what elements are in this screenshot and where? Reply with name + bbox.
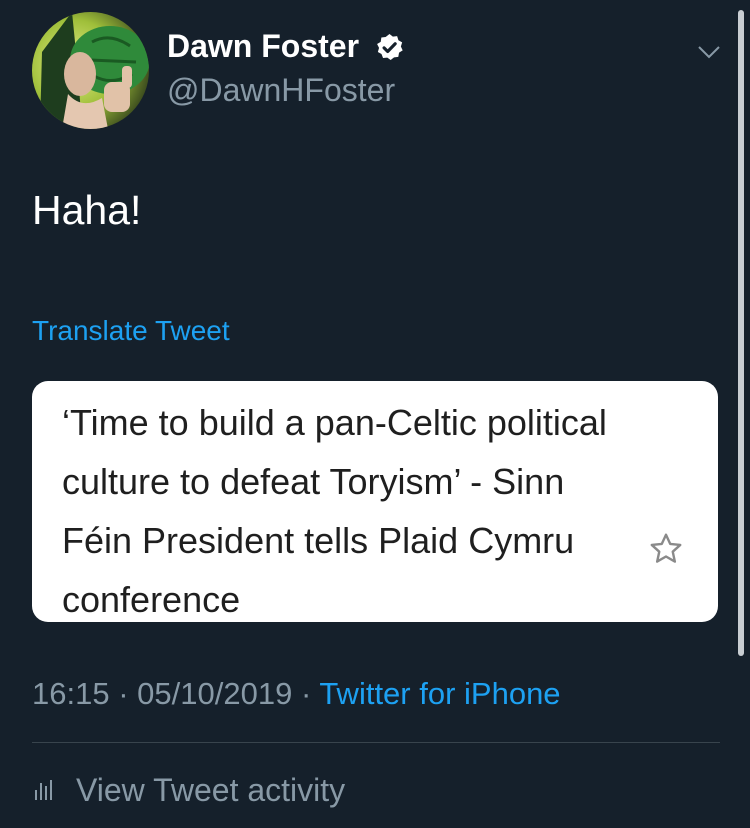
avatar[interactable]: [32, 12, 149, 129]
attached-headline-card[interactable]: ‘Time to build a pan-Celtic political cu…: [32, 381, 718, 622]
meta-separator: ·: [118, 676, 129, 711]
card-headline: ‘Time to build a pan-Celtic political cu…: [62, 402, 607, 620]
author-display-name[interactable]: Dawn Foster: [167, 26, 359, 66]
view-tweet-activity-label: View Tweet activity: [76, 772, 346, 808]
star-outline-icon[interactable]: [648, 531, 684, 567]
bar-chart-icon: [35, 780, 52, 800]
author-handle[interactable]: @DawnHFoster: [167, 70, 395, 110]
avatar-image: [32, 12, 149, 129]
scrollbar[interactable]: [738, 10, 744, 656]
verified-badge-icon: [377, 33, 403, 61]
chevron-down-icon[interactable]: [694, 40, 724, 64]
divider: [32, 742, 720, 743]
view-tweet-activity-button[interactable]: View Tweet activity: [32, 770, 345, 810]
tweet-time: 16:15: [32, 676, 110, 711]
tweet-source-link[interactable]: Twitter for iPhone: [319, 676, 560, 711]
tweet-date: 05/10/2019: [137, 676, 293, 711]
tweet-meta: 16:15 · 05/10/2019 · Twitter for iPhone: [32, 674, 561, 714]
meta-separator: ·: [300, 676, 312, 711]
tweet-detail-screen: Dawn Foster @DawnHFoster Haha! Translate…: [0, 0, 750, 828]
tweet-text: Haha!: [32, 187, 142, 233]
translate-tweet-link[interactable]: Translate Tweet: [32, 313, 230, 349]
